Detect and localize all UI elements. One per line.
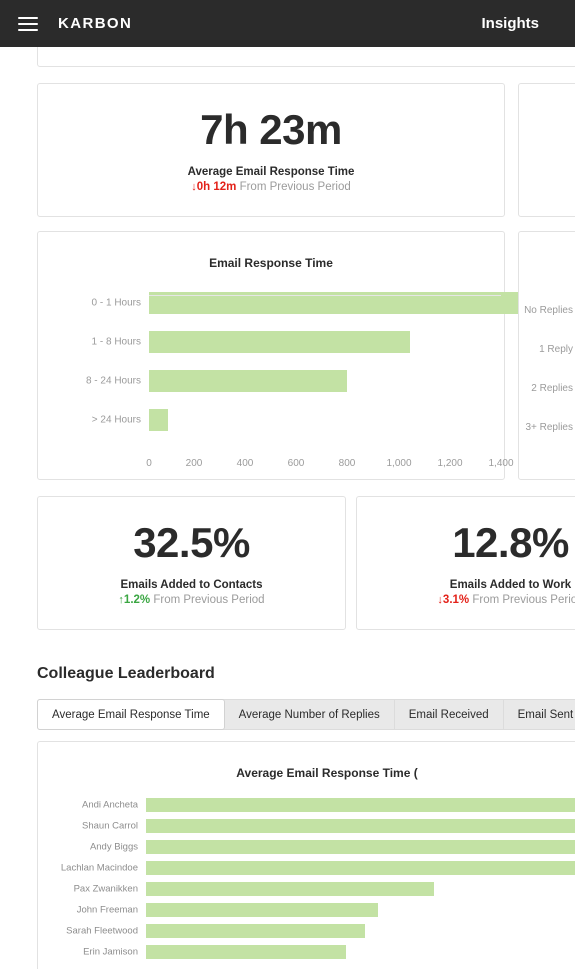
- kpi-delta-value: 3.1%: [442, 594, 470, 606]
- bar-segment: [149, 331, 410, 353]
- tab-label: Email Sent: [517, 708, 574, 721]
- leaderboard-tabs: Average Email Response Time Average Numb…: [37, 699, 575, 730]
- tab-label: Average Number of Replies: [238, 708, 380, 721]
- axis-tick: 800: [338, 458, 356, 469]
- tab-label: Email Received: [408, 708, 489, 721]
- kpi-label: Emails Added to Work: [449, 579, 572, 591]
- leaderboard-bar-row: Erin Jamison: [83, 945, 575, 959]
- bar-category-label: > 24 Hours: [91, 414, 141, 426]
- bar-segment: [146, 903, 378, 917]
- leaderboard-bar-row: Andy Biggs: [90, 840, 575, 854]
- card-clipped-top: [37, 47, 575, 67]
- kpi-value: 12.8%: [452, 519, 569, 566]
- chart-plot-area: 0 - 1 Hours 1 - 8 Hours 8 - 24 Hours > 2…: [86, 292, 523, 469]
- kpi-delta: ↑1.2% From Previous Period: [38, 594, 345, 606]
- axis-tick: 1,400: [488, 458, 514, 469]
- axis-tick: 1,200: [437, 458, 463, 469]
- leaderboard-plot-area: Andi Ancheta Shaun Carrol Andy Biggs Lac…: [61, 798, 575, 959]
- bar-category-label: 8 - 24 Hours: [85, 375, 141, 387]
- axis-tick: 600: [287, 458, 305, 469]
- kpi-value: 7h 23m: [200, 106, 342, 153]
- tab-average-number-of-replies[interactable]: Average Number of Replies: [225, 700, 395, 729]
- bar-category-label: John Freeman: [76, 904, 138, 916]
- kpi-delta: ↓0h 12m From Previous Period: [38, 181, 504, 193]
- page-title: Insights: [481, 15, 539, 32]
- kpi-delta-suffix: From Previous Period: [472, 594, 575, 606]
- chart-card-email-response-time: Email Response Time 0 - 1 Hours 1 - 8 Ho…: [37, 231, 523, 480]
- bar-category-label: Erin Jamison: [83, 946, 138, 958]
- kpi-label: Average Email Response Time: [187, 166, 355, 178]
- tab-email-sent[interactable]: Email Sent: [504, 700, 575, 729]
- bar-category-label: 0 - 1 Hours: [91, 297, 141, 309]
- kpi-label: Emails Added to Contacts: [120, 579, 263, 591]
- x-axis-line: [149, 295, 501, 296]
- kpi-delta-suffix: From Previous Period: [153, 594, 265, 606]
- chart-card-clipped-right: No Replies 1 Reply 2 Replies 3+ Replies: [518, 231, 575, 480]
- tab-average-email-response-time[interactable]: Average Email Response Time: [37, 699, 225, 730]
- chart-bar-row: > 24 Hours: [92, 409, 494, 431]
- bar-segment: [146, 924, 365, 938]
- section-title-colleague-leaderboard: Colleague Leaderboard: [37, 665, 215, 682]
- bar-category-label: Shaun Carrol: [82, 820, 138, 832]
- bar-segment: [146, 840, 575, 854]
- bar-segment: [146, 882, 434, 896]
- kpi-card-emails-added-contacts: 32.5% Emails Added to Contacts ↑1.2% Fro…: [37, 496, 346, 630]
- app-header: KARBON Insights: [0, 0, 575, 47]
- bar-category-label: 2 Replies: [531, 383, 573, 394]
- bar-segment: [149, 409, 168, 431]
- leaderboard-bar-row: Lachlan Macindoe: [61, 861, 575, 875]
- kpi-delta-value: 1.2%: [123, 594, 151, 606]
- bar-segment: [146, 945, 346, 959]
- bar-segment: [146, 819, 575, 833]
- chart-title: Email Response Time: [209, 256, 333, 270]
- bar-category-label: 3+ Replies: [525, 422, 573, 433]
- kpi-card-avg-response-time: 7h 23m Average Email Response Time ↓0h 1…: [37, 83, 505, 217]
- bar-category-label: Sarah Fleetwood: [66, 925, 138, 937]
- bar-category-label: Andy Biggs: [89, 841, 138, 853]
- leaderboard-bar-row: Pax Zwanikken: [74, 882, 575, 896]
- kpi-delta-suffix: From Previous Period: [239, 181, 351, 193]
- axis-tick: 0: [146, 458, 152, 469]
- kpi-value: 32.5%: [133, 519, 250, 566]
- kpi-delta: ↓3.1% From Previous Period: [357, 594, 575, 606]
- bar-category-label: Pax Zwanikken: [73, 883, 138, 895]
- brand-logo: KARBON: [58, 15, 133, 32]
- bar-segment: [146, 798, 575, 812]
- leaderboard-bar-row: Sarah Fleetwood: [66, 924, 575, 938]
- axis-tick: 400: [236, 458, 254, 469]
- bar-segment: [149, 370, 347, 392]
- tab-email-received[interactable]: Email Received: [395, 700, 504, 729]
- chart-bar-row: 8 - 24 Hours: [86, 370, 494, 392]
- leaderboard-bar-row: Shaun Carrol: [82, 819, 575, 833]
- leaderboard-bar-row: John Freeman: [77, 903, 575, 917]
- tab-label: Average Email Response Time: [52, 708, 210, 721]
- kpi-card-emails-added-work: 12.8% Emails Added to Work ↓3.1% From Pr…: [356, 496, 575, 630]
- kpi-delta-value: 0h 12m: [196, 181, 237, 193]
- x-axis-ticks: 0 200 400 600 800 1,000 1,200 1,400: [146, 448, 513, 469]
- leaderboard-bar-row: Andi Ancheta: [82, 798, 575, 812]
- bar-category-label: Lachlan Macindoe: [60, 862, 138, 874]
- chart-bar-row: 1 - 8 Hours: [92, 331, 494, 353]
- bar-category-label: No Replies: [524, 305, 573, 316]
- axis-tick: 1,000: [386, 458, 412, 469]
- bar-category-label: 1 - 8 Hours: [91, 336, 141, 348]
- bar-segment: [146, 861, 575, 875]
- leaderboard-chart-title: Average Email Response Time (: [236, 766, 418, 780]
- leaderboard-chart-card: Average Email Response Time ( Andi Anche…: [37, 741, 575, 969]
- hamburger-icon[interactable]: [18, 16, 38, 31]
- kpi-card-clipped-right: [518, 83, 575, 217]
- dashboard-scroll-area[interactable]: 7h 23m Average Email Response Time ↓0h 1…: [0, 47, 575, 969]
- bar-category-label: Andi Ancheta: [82, 799, 138, 811]
- bar-category-label: 1 Reply: [539, 344, 573, 355]
- axis-tick: 200: [185, 458, 203, 469]
